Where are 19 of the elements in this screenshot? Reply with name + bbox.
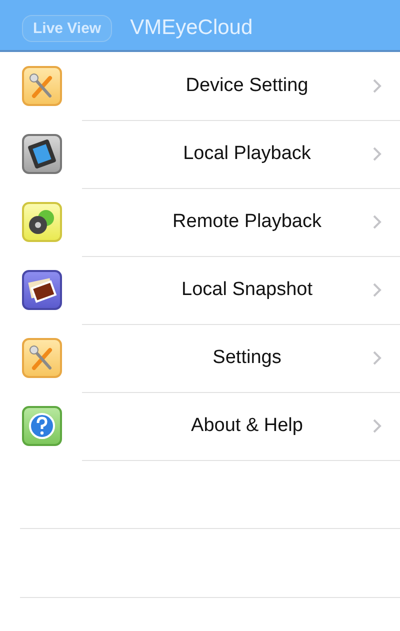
- chevron-icon: [372, 418, 382, 434]
- film-reel-icon: [22, 202, 62, 242]
- chevron-icon: [372, 78, 382, 94]
- help-icon: [22, 406, 62, 446]
- menu-item[interactable]: Local Playback: [82, 142, 400, 164]
- menu-item[interactable]: Local Snapshot: [82, 278, 400, 300]
- chevron-icon: [372, 214, 382, 230]
- chevron-icon: [372, 282, 382, 298]
- chevron-icon: [372, 146, 382, 162]
- photos-icon: [22, 270, 62, 310]
- nav-title: VMEyeCloud: [130, 16, 253, 40]
- menu-item[interactable]: Settings: [82, 346, 400, 368]
- menu-item[interactable]: About & Help: [82, 414, 400, 436]
- menu-item[interactable]: Device Setting: [82, 74, 400, 96]
- menu-item[interactable]: Remote Playback: [82, 210, 400, 232]
- tools-icon: [22, 66, 62, 106]
- film-icon: [22, 134, 62, 174]
- tools-icon: [22, 338, 62, 378]
- chevron-icon: [372, 350, 382, 366]
